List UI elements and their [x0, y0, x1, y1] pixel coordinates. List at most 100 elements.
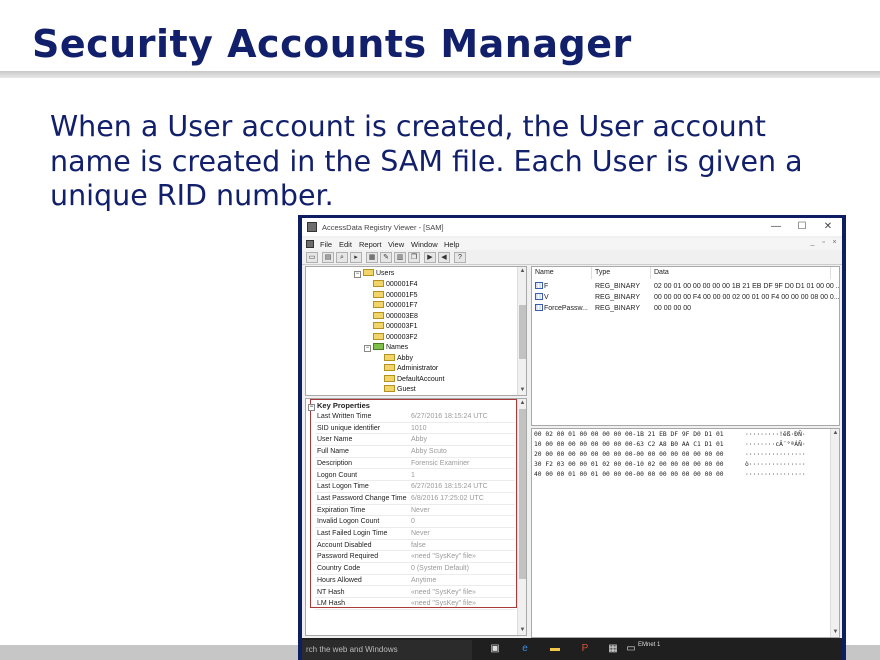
document-icon[interactable] [306, 240, 314, 248]
mdi-close-icon[interactable]: × [830, 239, 839, 248]
folder-icon [384, 385, 395, 392]
edit-icon[interactable]: ✎ [380, 252, 392, 263]
network-app-icon[interactable]: ▭ [624, 642, 638, 656]
folder-icon [373, 280, 384, 287]
folder-icon [363, 269, 374, 276]
slide-body: When a User account is created, the User… [50, 110, 850, 214]
value-row[interactable]: F REG_BINARY 02 00 01 00 00 00 00 00 1B … [532, 281, 839, 292]
property-row[interactable]: Country Code 0 (System Default) [315, 563, 515, 575]
menu-help[interactable]: Help [444, 240, 459, 249]
find-icon[interactable]: ⌕ [336, 252, 348, 263]
column-header-data[interactable]: Data [651, 267, 831, 279]
value-row[interactable]: ForcePassw... REG_BINARY 00 00 00 00 [532, 303, 839, 314]
hex-row: 20 00 00 00 00 00 00 00 00-00 00 00 00 0… [534, 451, 724, 458]
tree-node-user-key[interactable]: 000001F5 [373, 290, 418, 301]
property-row[interactable]: Last Logon Time 6/27/2016 18:15:24 UTC [315, 481, 515, 493]
property-row[interactable]: Invalid Logon Count 0 [315, 516, 515, 528]
collapse-icon[interactable]: − [364, 345, 371, 352]
key-folder-icon [373, 343, 384, 350]
forward-icon[interactable]: ▶ [424, 252, 436, 263]
scroll-down-icon[interactable]: ▼ [518, 386, 526, 395]
tree-node-name[interactable]: Abby [384, 353, 413, 364]
print-icon[interactable]: ▤ [322, 252, 334, 263]
property-row[interactable]: User Name Abby [315, 434, 515, 447]
copy-icon[interactable]: ❐ [408, 252, 420, 263]
collapse-icon[interactable]: − [354, 271, 361, 278]
menu-view[interactable]: View [388, 240, 404, 249]
scroll-thumb[interactable] [519, 409, 526, 579]
menu-file[interactable]: File [320, 240, 332, 249]
file-explorer-icon[interactable]: ▬ [548, 642, 562, 656]
taskbar-search-box[interactable]: rch the web and Windows [302, 640, 472, 660]
scroll-down-icon[interactable]: ▼ [518, 626, 526, 635]
body-line-1: When a User account is created, the User… [50, 110, 766, 143]
tree-node-name[interactable]: Guest [384, 385, 416, 395]
report-icon[interactable]: ▦ [366, 252, 378, 263]
menu-report[interactable]: Report [359, 240, 382, 249]
key-properties-header[interactable]: − Key Properties [306, 400, 370, 411]
property-row[interactable]: Expiration Time Never [315, 505, 515, 517]
registry-tree[interactable]: − Users 000001F4 000001F5 000001F7 000003… [305, 266, 527, 396]
export-icon[interactable]: ▸ [350, 252, 362, 263]
folder-icon [373, 311, 384, 319]
tree-node-names[interactable]: − Names [364, 343, 408, 353]
scroll-up-icon[interactable]: ▲ [831, 429, 839, 438]
scroll-up-icon[interactable]: ▲ [518, 399, 526, 408]
maximize-button[interactable]: ☐ [790, 220, 814, 234]
tree-scrollbar[interactable]: ▲ ▼ [517, 267, 526, 395]
property-row[interactable]: Description Forensic Examiner [315, 458, 515, 470]
taskbar-item-label[interactable]: EMnet 1 [638, 642, 660, 648]
tree-node-name[interactable]: Administrator [384, 364, 438, 374]
store-icon[interactable]: ▦ [606, 642, 620, 656]
menu-edit[interactable]: Edit [339, 240, 352, 249]
window-titlebar[interactable]: AccessData Registry Viewer - [SAM] — ☐ ✕ [302, 218, 842, 236]
windows-taskbar: rch the web and Windows ▣ e ▬ P ▦ ▭ EMne… [302, 638, 842, 660]
hex-scrollbar[interactable]: ▲ ▼ [830, 429, 839, 637]
tree-node-users[interactable]: − Users [354, 269, 394, 279]
property-row[interactable]: Last Written Time 6/27/2016 18:15:24 UTC [315, 411, 515, 423]
open-folder-icon[interactable]: ▭ [306, 252, 318, 263]
property-row[interactable]: Account Disabled false [315, 540, 515, 552]
folder-icon [373, 301, 384, 308]
value-row[interactable]: V REG_BINARY 00 00 00 00 F4 00 00 00 02 … [532, 292, 839, 303]
column-header-type[interactable]: Type [592, 267, 651, 279]
property-row[interactable]: NT Hash «need "SysKey" file» [315, 587, 515, 599]
powerpoint-icon[interactable]: P [578, 642, 592, 656]
mdi-restore-icon[interactable]: ▫ [819, 239, 828, 248]
tree-node-user-key[interactable]: 000001F7 [373, 301, 418, 311]
values-list[interactable]: Name Type Data F REG_BINARY 02 00 01 00 … [531, 266, 840, 426]
screenshot-frame: AccessData Registry Viewer - [SAM] — ☐ ✕… [298, 215, 846, 660]
close-button[interactable]: ✕ [816, 220, 840, 234]
menu-window[interactable]: Window [411, 240, 438, 249]
minimize-button[interactable]: — [764, 220, 788, 234]
column-header-name[interactable]: Name [532, 267, 592, 279]
tree-node-name[interactable]: DefaultAccount [384, 374, 444, 385]
menu-bar: File Edit Report View Window Help _ ▫ × [302, 238, 842, 250]
scroll-thumb[interactable] [519, 305, 526, 359]
property-row[interactable]: Hours Allowed Anytime [315, 575, 515, 587]
grid-icon[interactable]: ▥ [394, 252, 406, 263]
tree-node-user-key[interactable]: 000003F1 [373, 322, 418, 332]
property-row[interactable]: SID unique identifier 1010 [315, 423, 515, 435]
registry-viewer-window: AccessData Registry Viewer - [SAM] — ☐ ✕… [302, 218, 842, 660]
mdi-minimize-icon[interactable]: _ [808, 239, 817, 248]
property-row[interactable]: Last Password Change Time 6/8/2016 17:25:… [315, 493, 515, 505]
tree-node-user-key[interactable]: 000003F2 [373, 332, 418, 343]
edge-browser-icon[interactable]: e [518, 642, 532, 656]
properties-scrollbar[interactable]: ▲ ▼ [517, 399, 526, 635]
help-icon[interactable]: ? [454, 252, 466, 263]
tree-node-user-key[interactable]: 000001F4 [373, 280, 418, 290]
property-row[interactable]: LM Hash «need "SysKey" file» [315, 598, 515, 610]
tree-node-user-key[interactable]: 000003E8 [373, 311, 418, 322]
app-icon [307, 222, 317, 232]
property-row[interactable]: Full Name Abby Scuto [315, 446, 515, 458]
property-row[interactable]: Password Required «need "SysKey" file» [315, 551, 515, 564]
property-row[interactable]: Last Failed Login Time Never [315, 528, 515, 540]
scroll-up-icon[interactable]: ▲ [518, 267, 526, 276]
scroll-down-icon[interactable]: ▼ [831, 628, 839, 637]
collapse-icon[interactable]: − [308, 404, 315, 411]
hex-view[interactable]: 00 02 00 01 00 00 00 00 00-1B 21 EB DF 9… [531, 428, 840, 638]
task-view-icon[interactable]: ▣ [488, 642, 502, 656]
property-row[interactable]: Logon Count 1 [315, 470, 515, 482]
back-icon[interactable]: ◀ [438, 252, 450, 263]
